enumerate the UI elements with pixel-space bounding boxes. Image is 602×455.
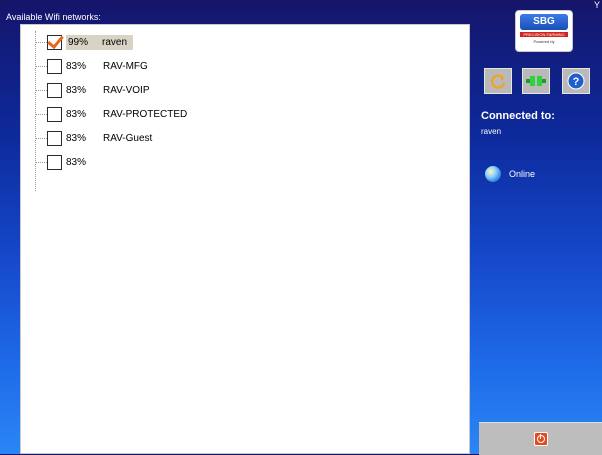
network-ssid: RAV-MFG [103,60,148,72]
logo-brand: SBG [520,14,568,30]
signal-strength: 83% [66,132,87,144]
network-ssid: RAV-VOIP [103,84,150,96]
network-row[interactable]: 83% [35,153,106,171]
signal-strength: 83% [66,156,87,168]
logo-powered-by: Powered by [533,39,555,44]
network-checkbox[interactable] [47,154,62,170]
signal-strength: 99% [66,34,100,50]
connection-status: Online [485,166,535,182]
brand-logo: SBG PRECISION FARMING Powered by [515,10,573,52]
connect-button[interactable] [522,68,550,94]
refresh-icon [491,74,506,89]
connected-network: raven [481,127,502,136]
help-icon: ? [567,72,585,90]
network-checkbox[interactable] [47,58,62,74]
network-ssid: RAV-PROTECTED [103,108,188,120]
status-text: Online [509,169,536,179]
help-button[interactable]: ? [562,68,590,94]
power-button[interactable] [479,422,602,455]
network-list: 99% raven 83% RAV-MFG 83% RAV-VOIP 83% R… [20,24,470,454]
signal-strength: 83% [66,84,87,96]
network-connector-icon [526,76,546,86]
window-title: Available Wifi networks: [6,12,101,22]
network-row[interactable]: 99% raven [35,33,134,51]
close-icon[interactable]: Y [594,0,600,10]
network-row[interactable]: 83% RAV-PROTECTED [35,105,190,123]
sidebar: Y SBG PRECISION FARMING Powered by ? Con… [479,0,602,455]
network-checkbox[interactable] [47,34,62,50]
signal-strength: 83% [66,108,87,120]
network-row[interactable]: 83% RAV-MFG [35,57,151,75]
network-checkbox[interactable] [47,106,62,122]
network-checkbox[interactable] [47,130,62,146]
network-ssid [100,161,106,163]
globe-icon [485,166,501,182]
svg-text:?: ? [573,76,580,88]
network-ssid: RAV-Guest [103,132,153,144]
power-icon [533,432,548,446]
network-ssid: raven [100,34,134,50]
signal-strength: 83% [66,60,87,72]
refresh-button[interactable] [484,68,512,94]
network-checkbox[interactable] [47,82,62,98]
connected-label: Connected to: [481,110,555,122]
network-row[interactable]: 83% RAV-Guest [35,129,155,147]
network-row[interactable]: 83% RAV-VOIP [35,81,153,99]
logo-tagline: PRECISION FARMING [520,32,568,37]
